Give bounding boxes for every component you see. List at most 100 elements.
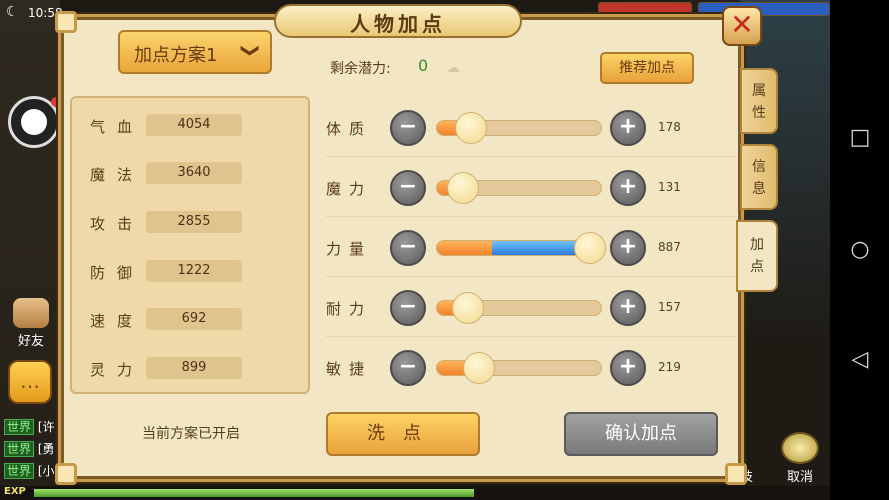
tab-attributes[interactable]: 属 性 bbox=[740, 68, 778, 134]
attribute-value: 157 bbox=[658, 300, 681, 314]
increase-button[interactable]: + bbox=[610, 170, 646, 206]
stats-box: 气血 4054 魔法 3640 攻击 2855 防御 1222 速度 692 灵… bbox=[70, 96, 310, 394]
panel-corner-ornament bbox=[55, 463, 77, 485]
tab-label-char: 性 bbox=[752, 105, 766, 121]
confirm-points-button[interactable]: 确认加点 bbox=[564, 412, 718, 456]
tab-label-char: 加 bbox=[750, 237, 764, 253]
attribute-label: 耐力 bbox=[326, 300, 373, 318]
attribute-row-agility: 敏捷 − + 219 bbox=[326, 340, 736, 396]
android-navigation-bar: □ ○ ◁ bbox=[830, 0, 889, 500]
plus-icon: + bbox=[618, 174, 638, 199]
back-icon[interactable]: ◁ bbox=[848, 348, 872, 372]
slider-handle[interactable] bbox=[447, 172, 479, 204]
decrease-button[interactable]: − bbox=[390, 170, 426, 206]
slider-handle[interactable] bbox=[452, 292, 484, 324]
plus-icon: + bbox=[618, 114, 638, 139]
tab-add-points[interactable]: 加 点 bbox=[736, 220, 778, 292]
stat-label: 灵力 bbox=[90, 361, 145, 379]
friends-button[interactable]: 好友 bbox=[6, 298, 56, 352]
chat-line-text: [许 bbox=[37, 420, 55, 434]
tab-label-char: 点 bbox=[750, 259, 764, 275]
slider-handle[interactable] bbox=[455, 112, 487, 144]
stat-value: 2855 bbox=[146, 211, 242, 233]
decrease-button[interactable]: − bbox=[390, 290, 426, 326]
plan-selector-button[interactable]: 加点方案1 ❯ bbox=[118, 30, 272, 74]
increase-button[interactable]: + bbox=[610, 110, 646, 146]
decrease-button[interactable]: − bbox=[390, 350, 426, 386]
panel-corner-ornament bbox=[725, 463, 747, 485]
stat-label: 魔法 bbox=[90, 166, 145, 184]
stat-row: 速度 692 bbox=[72, 308, 312, 332]
attribute-label: 魔力 bbox=[326, 180, 373, 198]
stat-value: 1222 bbox=[146, 260, 242, 282]
handshake-icon bbox=[13, 298, 49, 328]
stat-label: 防御 bbox=[90, 264, 145, 282]
cancel-button[interactable]: 取消 bbox=[774, 432, 826, 486]
attribute-value: 219 bbox=[658, 360, 681, 374]
plus-icon: + bbox=[618, 234, 638, 259]
chat-avatar-button[interactable] bbox=[8, 96, 61, 148]
attribute-label: 敏捷 bbox=[326, 360, 373, 378]
attribute-row-strength: 力量 − + 887 bbox=[326, 220, 736, 277]
chevron-down-icon: ❯ bbox=[239, 42, 261, 59]
attribute-value: 131 bbox=[658, 180, 681, 194]
panel-title-banner: 人物加点 bbox=[274, 4, 522, 40]
chat-line-text: [勇 bbox=[37, 442, 55, 456]
attribute-row-constitution: 体质 − + 178 bbox=[326, 100, 736, 157]
close-button[interactable]: ✕ bbox=[722, 6, 762, 46]
panel-title: 人物加点 bbox=[350, 12, 446, 36]
exp-label: EXP bbox=[4, 486, 26, 497]
cloud-icon: ☁ bbox=[446, 60, 460, 76]
chat-line[interactable]: 世界 [许 bbox=[4, 418, 55, 436]
minus-icon: − bbox=[398, 114, 418, 139]
chat-line-text: [小 bbox=[37, 464, 55, 478]
plus-icon: + bbox=[618, 354, 638, 379]
avatar bbox=[21, 109, 47, 135]
increase-button[interactable]: + bbox=[610, 290, 646, 326]
stat-row: 防御 1222 bbox=[72, 260, 312, 284]
close-icon: ✕ bbox=[730, 8, 754, 41]
minus-icon: − bbox=[398, 354, 418, 379]
increase-button[interactable]: + bbox=[610, 350, 646, 386]
stat-row: 灵力 899 bbox=[72, 357, 312, 381]
chat-channel-badge: 世界 bbox=[4, 419, 35, 435]
decrease-button[interactable]: − bbox=[390, 230, 426, 266]
stat-value: 4054 bbox=[146, 114, 242, 136]
tab-label-char: 属 bbox=[752, 83, 766, 99]
attribute-label: 力量 bbox=[326, 240, 373, 258]
attribute-row-endurance: 耐力 − + 157 bbox=[326, 280, 736, 337]
gear-icon bbox=[781, 432, 819, 464]
decrease-button[interactable]: − bbox=[390, 110, 426, 146]
stat-row: 气血 4054 bbox=[72, 114, 312, 138]
message-button[interactable]: … bbox=[8, 360, 52, 404]
chat-channel-badge: 世界 bbox=[4, 441, 35, 457]
attribute-row-magic: 魔力 − + 131 bbox=[326, 160, 736, 217]
moon-icon: ☾ bbox=[6, 4, 19, 20]
stat-label: 攻击 bbox=[90, 215, 145, 233]
chat-line[interactable]: 世界 [勇 bbox=[4, 440, 55, 458]
speech-bubble-icon: … bbox=[20, 369, 40, 393]
slider-fill-base bbox=[437, 241, 492, 255]
tab-label-char: 信 bbox=[752, 159, 766, 175]
recent-apps-icon[interactable]: □ bbox=[848, 126, 872, 150]
chat-line[interactable]: 世界 [小 bbox=[4, 462, 55, 480]
remaining-potential-label: 剩余潜力: bbox=[330, 61, 391, 77]
increase-button[interactable]: + bbox=[610, 230, 646, 266]
stat-value: 3640 bbox=[146, 162, 242, 184]
remaining-potential-value: 0 bbox=[418, 56, 429, 75]
recommend-points-button[interactable]: 推荐加点 bbox=[600, 52, 694, 84]
stat-value: 899 bbox=[146, 357, 242, 379]
plan-status-text: 当前方案已开启 bbox=[142, 426, 240, 442]
stat-value: 692 bbox=[146, 308, 242, 330]
attribute-slider-track[interactable] bbox=[436, 360, 602, 376]
tab-info[interactable]: 信 息 bbox=[740, 144, 778, 210]
slider-handle[interactable] bbox=[463, 352, 495, 384]
exp-fill bbox=[34, 489, 474, 497]
plan-selector-label: 加点方案1 bbox=[134, 45, 218, 66]
chat-channel-badge: 世界 bbox=[4, 463, 35, 479]
panel-corner-ornament bbox=[55, 11, 77, 33]
reset-points-button[interactable]: 洗点 bbox=[326, 412, 480, 456]
minus-icon: − bbox=[398, 234, 418, 259]
home-icon[interactable]: ○ bbox=[848, 238, 872, 262]
slider-handle[interactable] bbox=[574, 232, 606, 264]
